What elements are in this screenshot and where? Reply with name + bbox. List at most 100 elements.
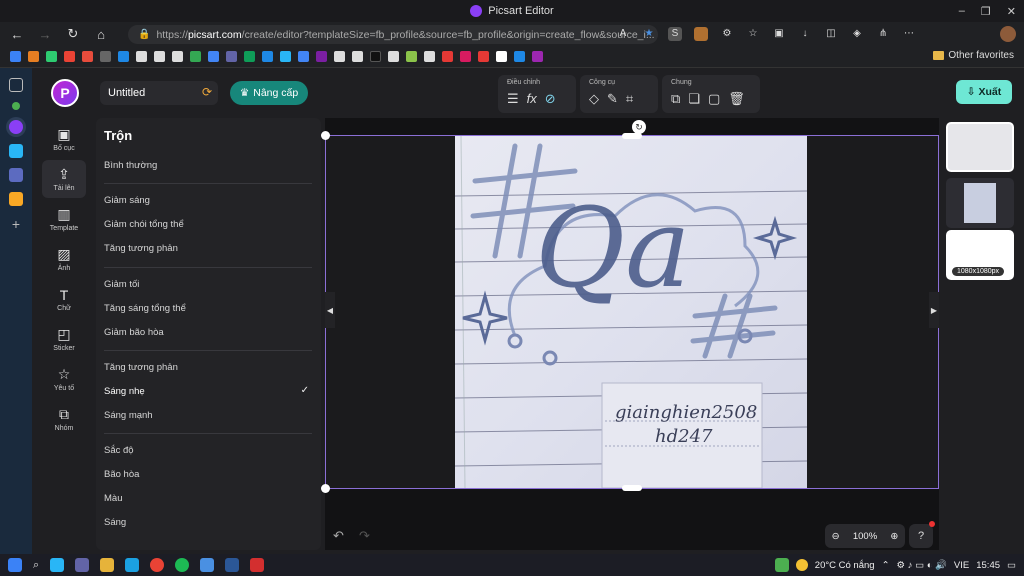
fav-q-icon[interactable] — [208, 51, 219, 62]
layers-icon[interactable]: ⧉ — [671, 91, 680, 107]
fav-3-icon[interactable] — [46, 51, 57, 62]
page-thumbnail-blank[interactable]: 1080x1080px — [946, 230, 1014, 280]
minimize-icon[interactable]: – — [959, 5, 965, 17]
zoom-out-icon[interactable]: ⊖ — [832, 531, 840, 542]
blend-option[interactable]: Sắc độ — [104, 445, 134, 456]
trash-icon[interactable]: 🗑 — [728, 91, 745, 107]
blend-option[interactable]: Giảm bão hòa — [104, 327, 164, 338]
picsart-tab-icon[interactable] — [9, 120, 23, 134]
edge-list-icon[interactable] — [9, 168, 23, 182]
other-favorites[interactable]: Other favorites — [933, 50, 1014, 61]
picsart-logo[interactable]: P — [51, 79, 79, 107]
share-icon[interactable]: ⋔ — [876, 27, 890, 41]
close-icon[interactable]: ✕ — [1007, 5, 1016, 18]
fav-29-icon[interactable] — [514, 51, 525, 62]
blend-option[interactable]: Sáng — [104, 517, 126, 528]
refresh-icon[interactable]: ↻ — [62, 23, 84, 45]
maximize-icon[interactable]: ❐ — [981, 5, 991, 18]
profile-avatar[interactable] — [1000, 26, 1016, 42]
collections-icon[interactable]: ▣ — [772, 27, 786, 41]
fav-25-icon[interactable] — [442, 51, 453, 62]
download-icon[interactable]: ↓ — [798, 27, 812, 41]
spotify-icon[interactable] — [175, 558, 190, 572]
blend-option[interactable]: Bão hòa — [104, 469, 139, 480]
taskbar-app-9-icon[interactable] — [200, 558, 215, 572]
page-thumbnail[interactable] — [946, 122, 1014, 172]
extension-s-icon[interactable]: S — [668, 27, 682, 41]
canvas-photo[interactable]: Qa giainghien2508 hd247 — [455, 136, 807, 488]
rail-item-template[interactable]: ▥ Template — [42, 200, 86, 238]
rail-item-group[interactable]: ⧉ Nhóm — [42, 400, 86, 438]
zoom-in-icon[interactable]: ⊕ — [890, 531, 898, 542]
performance-icon[interactable]: ◈ — [850, 27, 864, 41]
fav-26-icon[interactable] — [460, 51, 471, 62]
sliders-icon[interactable]: ☰ — [507, 91, 519, 107]
add-sidebar-icon[interactable]: + — [12, 216, 20, 232]
page-2-icon[interactable] — [154, 51, 165, 62]
rail-item-elements[interactable]: ☆ Yêu tố — [42, 360, 86, 398]
fav-16-icon[interactable] — [280, 51, 291, 62]
language-indicator[interactable]: VIE — [954, 560, 969, 571]
selection-frame[interactable]: Qa giainghien2508 hd247 ↻ — [321, 120, 939, 493]
crop-icon[interactable]: ⌗ — [626, 91, 633, 107]
fav-27-icon[interactable] — [478, 51, 489, 62]
bing-2-icon[interactable] — [262, 51, 273, 62]
google-icon[interactable] — [496, 51, 507, 62]
copy-icon[interactable]: ▢ — [708, 91, 720, 107]
rail-item-text[interactable]: T Chữ — [42, 280, 86, 318]
collapse-right-icon[interactable]: ▶ — [929, 292, 939, 328]
resize-handle-bottom[interactable] — [622, 485, 642, 491]
blend-option[interactable]: Giảm sáng — [104, 195, 150, 206]
screenshot-icon[interactable]: ◫ — [824, 27, 838, 41]
upgrade-button[interactable]: ♛ Nâng cấp — [230, 81, 308, 105]
docs-icon[interactable] — [298, 51, 309, 62]
fav-2-icon[interactable] — [28, 51, 39, 62]
blend-option[interactable]: Bình thường — [104, 160, 157, 171]
help-button[interactable]: ? — [909, 524, 933, 548]
favorites-icon[interactable]: ☆ — [746, 27, 760, 41]
page-5-icon[interactable] — [352, 51, 363, 62]
eraser-icon[interactable]: ◇ — [589, 91, 599, 107]
wps-icon[interactable] — [250, 558, 265, 572]
home-icon[interactable]: ⌂ — [90, 23, 112, 45]
more-icon[interactable]: ⋯ — [902, 27, 916, 41]
rotate-icon[interactable]: ↻ — [632, 120, 646, 134]
tray-app-icon[interactable] — [774, 558, 789, 572]
tiktok-icon[interactable] — [370, 51, 381, 62]
sheets-icon[interactable] — [244, 51, 255, 62]
explorer-icon[interactable] — [100, 558, 115, 572]
edge-h-icon[interactable] — [9, 192, 23, 206]
edge-ext-icon[interactable] — [12, 102, 20, 110]
extension-cookie-icon[interactable] — [694, 27, 708, 41]
favorite-star-icon[interactable]: ★ — [642, 27, 656, 41]
windows-start-icon[interactable] — [8, 558, 22, 572]
search-icon[interactable]: ⌕ — [33, 559, 39, 572]
taskbar-app-1-icon[interactable] — [50, 558, 65, 572]
export-button[interactable]: ⇩ Xuất — [956, 80, 1012, 104]
redo-icon[interactable]: ↷ — [359, 528, 370, 544]
chrome-icon[interactable] — [150, 558, 165, 572]
blend-option[interactable]: Tăng tương phản — [104, 243, 178, 254]
page-thumbnail[interactable] — [946, 178, 1014, 228]
extensions-puzzle-icon[interactable]: ⚙ — [720, 27, 734, 41]
duplicate-icon[interactable]: ❏ — [688, 91, 700, 107]
url-field[interactable]: 🔒 https://picsart.com/create/editor?temp… — [128, 25, 658, 44]
read-aloud-icon[interactable]: A — [616, 27, 630, 41]
fx-icon[interactable]: fx — [527, 91, 537, 107]
rail-item-layout[interactable]: ▣ Bố cục — [42, 120, 86, 158]
back-icon[interactable]: ← — [6, 23, 28, 45]
link-icon[interactable]: ⊘ — [545, 91, 556, 107]
forward-icon[interactable]: → — [34, 23, 56, 45]
teams-icon[interactable] — [226, 51, 237, 62]
undo-icon[interactable]: ↶ — [333, 528, 344, 544]
page-4-icon[interactable] — [334, 51, 345, 62]
rail-item-sticker[interactable]: ◰ Sticker — [42, 320, 86, 358]
weather-text[interactable]: 20°C Có nắng — [815, 560, 875, 571]
fav-5-icon[interactable] — [82, 51, 93, 62]
blend-option[interactable]: Giảm tối — [104, 279, 139, 290]
blend-option[interactable]: Sáng mạnh — [104, 410, 153, 421]
rail-item-upload[interactable]: ⇪ Tải lên — [42, 160, 86, 198]
gmail-icon[interactable] — [64, 51, 75, 62]
tray-chevron-icon[interactable]: ⌃ — [882, 560, 890, 571]
bing-icon[interactable] — [118, 51, 129, 62]
